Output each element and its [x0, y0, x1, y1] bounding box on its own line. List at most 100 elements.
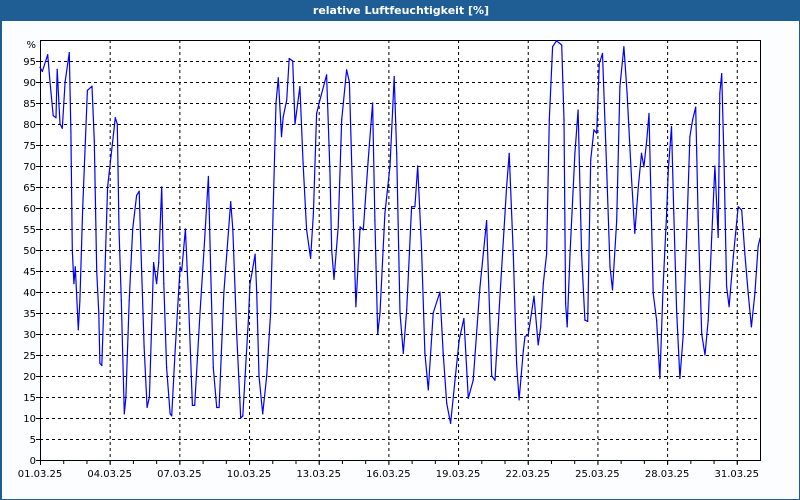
data-point	[341, 119, 343, 121]
data-point	[277, 77, 279, 79]
data-point	[212, 367, 214, 369]
data-point	[601, 52, 604, 55]
data-point	[93, 140, 95, 142]
data-point	[312, 212, 314, 215]
data-point	[86, 89, 88, 91]
data-point	[116, 123, 118, 125]
data-point	[701, 333, 703, 335]
x-tick-label: 16.03.25	[366, 469, 411, 480]
data-point	[427, 389, 429, 391]
data-point	[326, 74, 328, 76]
data-point	[163, 283, 165, 285]
data-point	[210, 270, 212, 272]
y-tick-label: 20	[23, 372, 36, 383]
data-point	[414, 206, 416, 208]
data-point	[754, 292, 756, 294]
data-point	[106, 186, 109, 188]
data-point	[109, 161, 111, 163]
data-point	[565, 302, 567, 304]
data-point	[522, 350, 524, 352]
data-point	[74, 266, 76, 268]
y-tick-label: 10	[23, 414, 36, 425]
data-point	[446, 402, 448, 404]
data-point	[518, 399, 520, 401]
data-point	[120, 299, 122, 301]
data-point	[512, 253, 514, 255]
data-point	[41, 70, 43, 73]
data-point	[258, 375, 260, 377]
x-tick-label: 13.03.25	[296, 469, 341, 480]
data-point	[417, 165, 419, 167]
data-point	[666, 212, 668, 215]
x-tick-label: 25.03.25	[575, 469, 620, 480]
x-tick-label: 01.03.25	[18, 469, 63, 480]
data-point	[171, 415, 173, 417]
data-point	[566, 326, 568, 328]
data-point	[333, 278, 335, 280]
data-point	[551, 46, 554, 48]
data-point	[64, 81, 66, 83]
data-point	[59, 123, 61, 125]
data-point	[331, 249, 333, 251]
data-point	[79, 299, 81, 301]
data-point	[98, 312, 100, 314]
data-point	[747, 292, 749, 294]
data-point	[719, 92, 721, 94]
data-point	[216, 406, 218, 409]
y-tick-label: 30	[23, 330, 36, 341]
data-point	[584, 319, 586, 321]
data-point	[191, 404, 193, 406]
data-point	[643, 166, 645, 168]
data-point	[352, 220, 354, 222]
data-point	[673, 212, 675, 215]
data-point	[524, 335, 526, 338]
data-point	[479, 287, 481, 289]
data-point	[348, 81, 350, 83]
data-point	[125, 396, 127, 398]
data-point	[439, 291, 441, 293]
data-point	[292, 60, 294, 62]
data-point	[207, 175, 209, 178]
data-point	[717, 236, 719, 238]
data-point	[399, 312, 401, 314]
data-point	[254, 253, 256, 255]
data-point	[662, 285, 664, 288]
data-point	[682, 335, 684, 338]
data-point	[640, 152, 643, 154]
data-point	[280, 136, 283, 138]
data-point	[424, 352, 426, 354]
data-point	[249, 283, 251, 285]
data-point	[590, 159, 592, 161]
data-point	[152, 262, 155, 264]
data-point	[49, 81, 51, 83]
data-point	[646, 140, 648, 142]
data-point	[236, 333, 238, 335]
data-point	[411, 206, 413, 208]
data-point	[533, 295, 535, 297]
data-point	[623, 46, 625, 48]
data-point	[282, 116, 284, 118]
data-point	[218, 406, 220, 409]
data-point	[689, 136, 691, 138]
data-point	[714, 165, 716, 167]
data-point	[593, 129, 595, 131]
data-point	[650, 220, 653, 222]
data-point	[741, 209, 743, 211]
data-point	[508, 152, 510, 154]
data-point	[251, 270, 253, 272]
data-point	[158, 262, 160, 264]
data-point	[450, 422, 452, 425]
data-point	[262, 413, 264, 415]
data-point	[574, 152, 576, 154]
data-point	[68, 52, 70, 54]
data-point	[91, 85, 93, 87]
data-point	[56, 68, 58, 70]
data-point	[61, 127, 63, 129]
data-point	[652, 292, 654, 294]
data-point	[139, 228, 141, 230]
data-point	[143, 346, 145, 348]
data-point	[319, 99, 321, 101]
data-point	[432, 312, 434, 314]
x-tick-label: 28.03.25	[645, 469, 690, 480]
data-point	[723, 159, 725, 161]
